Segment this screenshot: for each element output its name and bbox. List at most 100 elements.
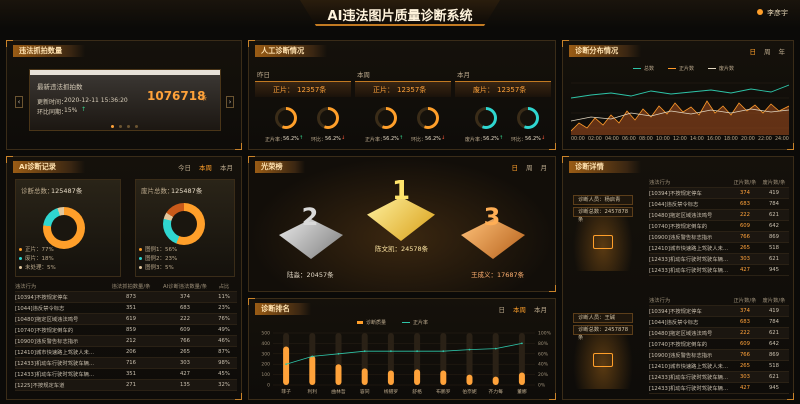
table-cell: 374 [179, 294, 191, 300]
table-cell: 45% [218, 371, 230, 377]
legend-positive: 正片数 [668, 65, 694, 72]
table-row[interactable]: [1044]违反禁令标志 683 784 [649, 199, 789, 210]
table-row[interactable]: [1225]不按规定车道 271 135 32% [15, 380, 237, 391]
table-cell: [10480]拖定区域违法鸣号 [15, 317, 79, 323]
table-cell: [10480]拖定区域违法鸣号 [649, 331, 713, 337]
table-cell: 621 [768, 330, 780, 336]
table-row[interactable]: [12433]机动车行驶时驾驶车辆... 427 945 [649, 265, 789, 276]
table-row[interactable]: [12433]机动车行驶时驾驶车辆... 351 427 45% [15, 369, 237, 380]
carousel-dot[interactable] [127, 125, 130, 128]
table-row[interactable]: [10900]违反警告标志指示 212 766 46% [15, 336, 237, 347]
table-cell: 374 [739, 190, 751, 196]
tab-this-week[interactable]: 本周 [199, 162, 212, 172]
tab-day[interactable]: 日 [750, 46, 757, 56]
legend-total: 总数 [633, 65, 654, 72]
table-row[interactable]: [10394]不按规定停车 374 419 [649, 188, 789, 199]
positive-rate-point [390, 350, 392, 353]
table-row[interactable]: [10740]不按规定倒车的 609 642 [649, 339, 789, 350]
tab-today[interactable]: 今日 [178, 162, 191, 172]
user-name[interactable]: 李彦宇 [767, 8, 788, 18]
table-row[interactable]: [10480]拖定区域违法鸣号 619 222 76% [15, 314, 237, 325]
record-tabs[interactable]: 今日 本周 本月 [178, 162, 233, 172]
honor-tabs[interactable]: 日 周 月 [512, 162, 548, 172]
period-label: 本月 [457, 71, 470, 79]
table-row[interactable]: [10740]不按规定倒车的 609 642 [649, 221, 789, 232]
capture-count: 1076718 [147, 89, 206, 103]
table-row[interactable]: [1044]违反禁令标志 351 683 23% [15, 303, 237, 314]
period-value-label: 正片： [273, 86, 294, 94]
legend-dot [139, 266, 142, 269]
panel-distribution: 诊断分布情况 日 周 年 总数 正片数 废片数 00:00 02:00 04:00 0… [562, 40, 794, 150]
legend-item: 废片：18% [19, 254, 54, 262]
tab-week[interactable]: 周 [764, 46, 771, 56]
next-arrow-icon[interactable]: › [226, 96, 234, 108]
table-cell: [12410]城市快速路上驾驶人未... [649, 364, 729, 370]
tab-year[interactable]: 年 [779, 46, 786, 56]
column-header: 违法抓拍数量/条 [111, 284, 151, 290]
down-arrow-icon: ↓ [441, 135, 446, 141]
compare-label: 环比： [311, 137, 327, 143]
table-row[interactable]: [10900]违反警告标志指示 766 869 [649, 232, 789, 243]
table-row[interactable]: [12433]机动车行驶时驾驶车辆... 427 945 [649, 383, 789, 394]
time-tick: 16:00 [707, 137, 721, 142]
time-tick: 04:00 [605, 137, 619, 142]
table-cell: 222 [179, 316, 191, 322]
tab-day[interactable]: 日 [512, 162, 519, 172]
table-cell: 642 [768, 341, 780, 347]
y-tick-right: 100% [538, 331, 552, 337]
carousel-dot[interactable] [111, 125, 114, 128]
table-cell: [12410]城市快速路上驾驶人未... [15, 350, 95, 356]
compare-value: 56.2% [425, 136, 441, 142]
distribution-tabs[interactable]: 日 周 年 [750, 46, 786, 56]
user-icon[interactable] [757, 9, 763, 15]
table-cell: 98% [218, 360, 230, 366]
carousel-dots[interactable] [111, 125, 138, 128]
table-cell: [1044]违反禁令标志 [649, 202, 699, 208]
tab-this-week[interactable]: 本周 [513, 304, 526, 314]
compare-label: 环比同期： [37, 109, 68, 116]
prev-arrow-icon[interactable]: ‹ [15, 96, 23, 108]
table-row[interactable]: [12433]机动车行驶时驾驶车辆... 716 303 98% [15, 358, 237, 369]
table-row[interactable]: [10394]不按规定停车 374 419 [649, 306, 789, 317]
tab-week[interactable]: 周 [526, 162, 533, 172]
legend-dot [19, 266, 22, 269]
tab-month[interactable]: 月 [541, 162, 548, 172]
table-row[interactable]: [10394]不按规定停车 873 374 11% [15, 292, 237, 303]
third-place-trophy-icon: 3 [483, 203, 501, 231]
table-row[interactable]: [12433]机动车行驶时驾驶车辆... 303 621 [649, 254, 789, 265]
table-cell: 716 [125, 360, 137, 366]
table-row[interactable]: [12433]机动车行驶时驾驶车辆... 303 621 [649, 372, 789, 383]
update-label: 更新时间： [37, 99, 68, 106]
distribution-legend: 总数 正片数 废片数 [633, 65, 734, 72]
table-row[interactable]: [10900]违反警告标志指示 766 869 [649, 350, 789, 361]
table-row[interactable]: [1044]违反禁令标志 683 784 [649, 317, 789, 328]
panel-title: 违法抓拍数量 [13, 45, 85, 57]
panel-title: 光荣榜 [255, 161, 305, 173]
table-cell: 374 [739, 308, 751, 314]
distribution-chart [571, 82, 789, 135]
time-axis: 00:00 02:00 04:00 06:00 08:00 10:00 12:00 14:00… [571, 137, 789, 142]
inspector-avatar-icon [593, 235, 613, 249]
third-place-name: 王成义：17687条 [471, 271, 525, 279]
table-row[interactable]: [10480]拖定区域违法鸣号 222 621 [649, 210, 789, 221]
table-cell: 427 [739, 267, 751, 273]
carousel-dot[interactable] [135, 125, 138, 128]
table-cell: 642 [768, 223, 780, 229]
tab-day[interactable]: 日 [499, 304, 506, 314]
table-row[interactable]: [10480]拖定区域违法鸣号 222 621 [649, 328, 789, 339]
y-tick-left: 300 [261, 351, 270, 357]
total-line [571, 84, 789, 99]
carousel-dot[interactable] [119, 125, 122, 128]
ranking-tabs[interactable]: 日 本周 本月 [499, 304, 548, 314]
compare-value: 56.2% [525, 136, 541, 142]
table-row[interactable]: [12410]城市快速路上驾驶人未... 265 518 [649, 361, 789, 372]
table-row[interactable]: [12410]城市快速路上驾驶人未... 206 265 87% [15, 347, 237, 358]
x-tick-label: 伯奈妮 [462, 388, 477, 395]
table-row[interactable]: [12410]城市快速路上驾驶人未... 265 518 [649, 243, 789, 254]
time-tick: 08:00 [639, 137, 653, 142]
tab-this-month[interactable]: 本月 [534, 304, 547, 314]
legend-item: 图例2：23% [139, 254, 177, 262]
tab-this-month[interactable]: 本月 [220, 162, 233, 172]
table-row[interactable]: [10740]不按规定倒车的 859 609 49% [15, 325, 237, 336]
table-cell: 784 [768, 319, 780, 325]
